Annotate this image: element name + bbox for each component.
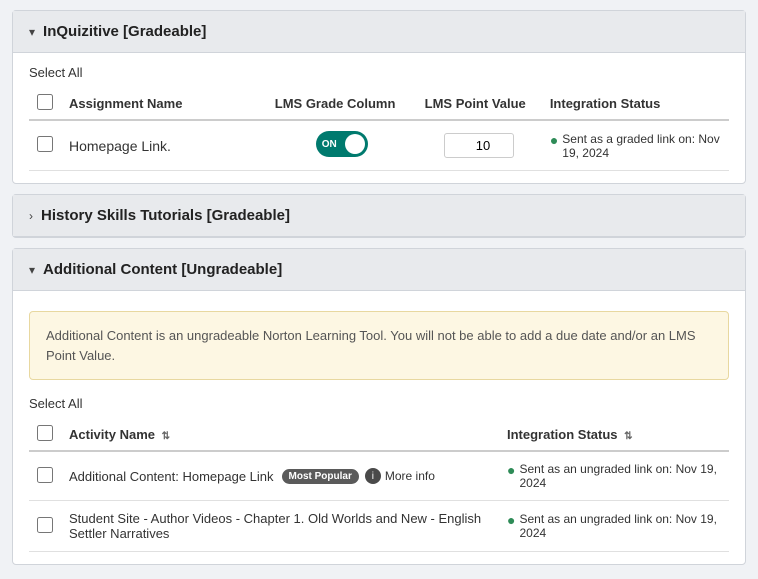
col-checkbox: [29, 88, 61, 120]
additional-select-all: Select All: [29, 396, 729, 411]
activity-row2-checkbox[interactable]: [37, 517, 53, 533]
most-popular-badge: Most Popular: [282, 469, 359, 484]
activity-row2-status-cell: ● Sent as an ungraded link on: Nov 19, 2…: [499, 501, 729, 552]
toggle-on-label: ON: [322, 139, 337, 150]
select-all-checkbox[interactable]: [37, 94, 53, 110]
activity-status-sort-icon[interactable]: ⇅: [624, 431, 632, 442]
additional-content-title: Additional Content [Ungradeable]: [43, 261, 282, 278]
ungradeable-notice: Additional Content is an ungradeable Nor…: [29, 311, 729, 380]
status-text: ● Sent as a graded link on: Nov 19, 2024: [550, 132, 721, 160]
more-info-icon[interactable]: i: [365, 468, 381, 484]
row-toggle-cell: ON: [267, 120, 417, 171]
table-row: Student Site - Author Videos - Chapter 1…: [29, 501, 729, 552]
activity-status-col-label: Integration Status: [507, 427, 618, 442]
activity-row-checkbox[interactable]: [37, 467, 53, 483]
activity-name-container: Additional Content: Homepage Link Most P…: [69, 468, 491, 484]
inquizitive-section: ▾ InQuizitive [Gradeable] Select All Ass…: [12, 10, 746, 184]
activity-name-sort-icon[interactable]: ⇅: [162, 431, 170, 442]
row-checkbox-cell: [29, 120, 61, 171]
activity-row-status-cell: ● Sent as an ungraded link on: Nov 19, 2…: [499, 451, 729, 501]
history-skills-section: › History Skills Tutorials [Gradeable]: [12, 194, 746, 238]
activity-col-status: Integration Status ⇅: [499, 419, 729, 451]
col-integration-status: Integration Status: [542, 88, 729, 120]
activity-table: Activity Name ⇅ Integration Status ⇅: [29, 419, 729, 552]
lms-grade-toggle[interactable]: ON: [316, 131, 368, 157]
activity-row2-name-text: Student Site - Author Videos - Chapter 1…: [69, 511, 491, 541]
additional-content-body: Additional Content is an ungradeable Nor…: [13, 291, 745, 564]
status-label: Sent as a graded link on: Nov 19, 2024: [562, 132, 721, 160]
activity-status-label: Sent as an ungraded link on: Nov 19, 202…: [519, 462, 721, 490]
activity-col-checkbox: [29, 419, 61, 451]
activity-name-text: Additional Content: Homepage Link: [69, 469, 274, 484]
activity-row2-status-text: ● Sent as an ungraded link on: Nov 19, 2…: [507, 512, 721, 540]
activity-col-name: Activity Name ⇅: [61, 419, 499, 451]
activity-row2-status-dot-icon: ●: [507, 512, 515, 528]
activity-select-all-checkbox[interactable]: [37, 425, 53, 441]
activity-status-dot-icon: ●: [507, 462, 515, 478]
activity-row2-name-cell: Student Site - Author Videos - Chapter 1…: [61, 501, 499, 552]
inquizitive-table: Assignment Name LMS Grade Column LMS Poi…: [29, 88, 729, 171]
inquizitive-header[interactable]: ▾ InQuizitive [Gradeable]: [13, 11, 745, 53]
additional-content-section: ▾ Additional Content [Ungradeable] Addit…: [12, 248, 746, 565]
toggle-knob: [345, 134, 365, 154]
col-lms-grade: LMS Grade Column: [267, 88, 417, 120]
activity-row2-checkbox-cell: [29, 501, 61, 552]
col-assignment-name: Assignment Name: [61, 88, 267, 120]
row-points-cell: [417, 120, 542, 171]
points-input[interactable]: [444, 133, 514, 158]
inquizitive-body: Select All Assignment Name LMS Grade Col…: [13, 53, 745, 183]
activity-row-checkbox-cell: [29, 451, 61, 501]
additional-content-header[interactable]: ▾ Additional Content [Ungradeable]: [13, 249, 745, 291]
history-skills-title: History Skills Tutorials [Gradeable]: [41, 207, 290, 224]
history-skills-chevron: ›: [29, 209, 33, 223]
toggle-slider: ON: [316, 131, 368, 157]
row-status-cell: ● Sent as a graded link on: Nov 19, 2024: [542, 120, 729, 171]
table-row: Additional Content: Homepage Link Most P…: [29, 451, 729, 501]
inquizitive-chevron: ▾: [29, 25, 35, 39]
activity-status-text: ● Sent as an ungraded link on: Nov 19, 2…: [507, 462, 721, 490]
activity-name-col-label: Activity Name: [69, 427, 155, 442]
activity-row2-name-container: Student Site - Author Videos - Chapter 1…: [69, 511, 491, 541]
inquizitive-title: InQuizitive [Gradeable]: [43, 23, 206, 40]
activity-row-name-cell: Additional Content: Homepage Link Most P…: [61, 451, 499, 501]
history-skills-header[interactable]: › History Skills Tutorials [Gradeable]: [13, 195, 745, 237]
toggle-container: ON: [316, 131, 368, 157]
additional-content-chevron: ▾: [29, 263, 35, 277]
more-info-link[interactable]: More info: [385, 469, 435, 483]
row-checkbox[interactable]: [37, 136, 53, 152]
activity-row2-status-label: Sent as an ungraded link on: Nov 19, 202…: [519, 512, 721, 540]
table-row: Homepage Link. ON: [29, 120, 729, 171]
row-assignment-name: Homepage Link.: [61, 120, 267, 171]
col-lms-points: LMS Point Value: [417, 88, 542, 120]
inquizitive-select-all: Select All: [29, 65, 729, 80]
status-dot-icon: ●: [550, 132, 558, 148]
